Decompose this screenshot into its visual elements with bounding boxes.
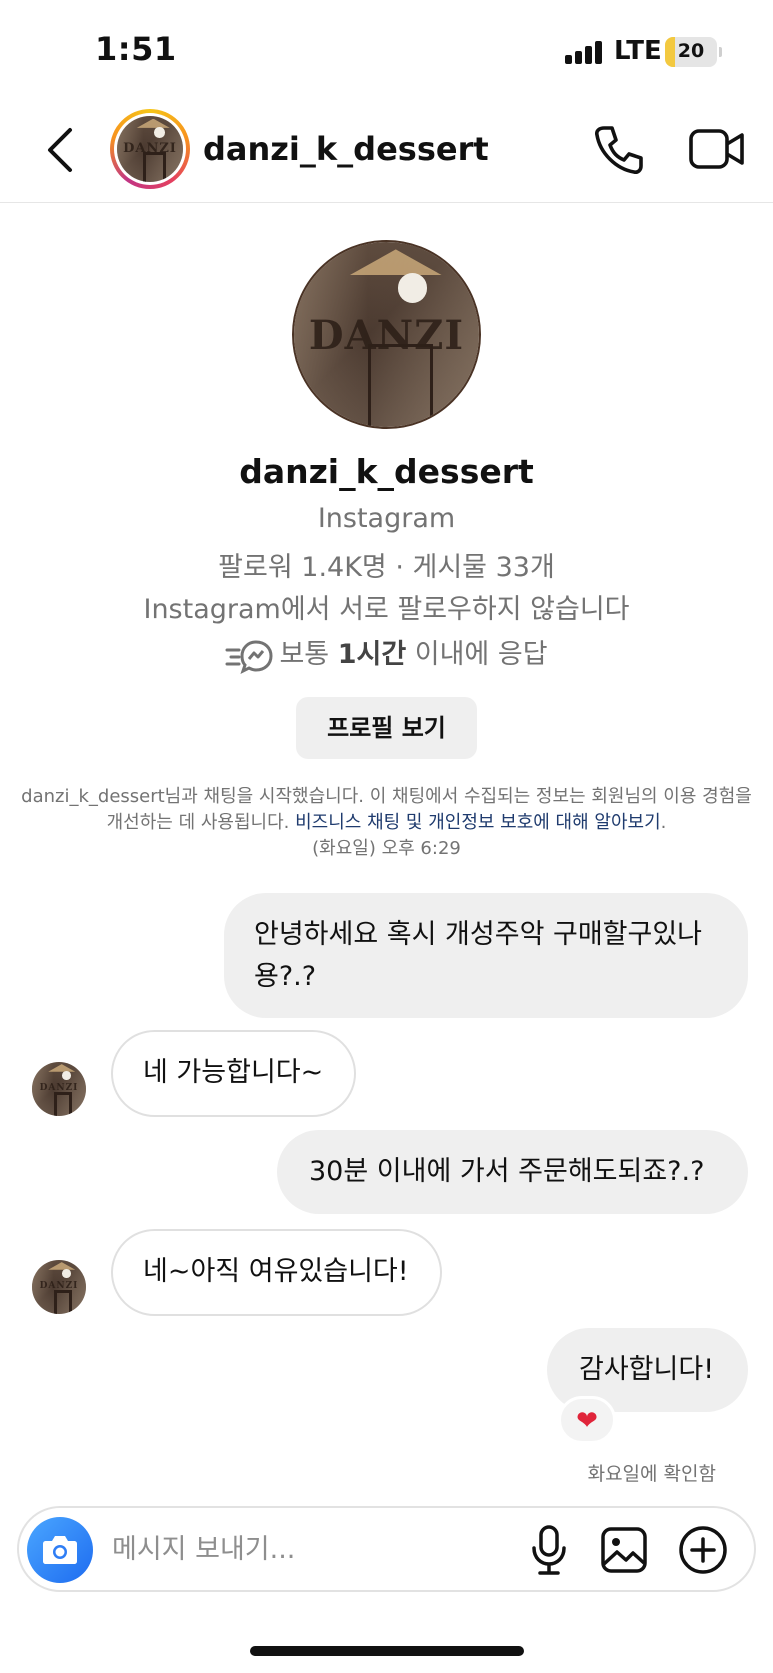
message-text: 용?.?	[254, 961, 317, 992]
camera-icon	[43, 1536, 77, 1564]
image-icon	[601, 1527, 647, 1573]
privacy-link[interactable]: 비즈니스 채팅 및 개인정보 보호에 대해 알아보기	[295, 812, 661, 833]
chevron-left-icon	[48, 128, 72, 172]
profile-stats: 팔로워 1.4K명 · 게시물 33개	[218, 552, 555, 583]
message-text: 30분 이내에 가서 주문해도되죠?.?	[309, 1156, 705, 1187]
chat-header: DANZI danzi_k_dessert	[0, 100, 773, 203]
status-time: 1:51	[95, 30, 177, 68]
chat-title[interactable]: danzi_k_dessert	[203, 130, 489, 168]
battery-icon: 20	[665, 37, 717, 67]
voice-message-button[interactable]	[524, 1524, 574, 1576]
seen-status: 화요일에 확인함	[587, 1463, 716, 1485]
message-text: 감사합니다!	[579, 1354, 715, 1385]
voice-call-button[interactable]	[590, 122, 646, 178]
back-button[interactable]	[40, 122, 84, 178]
avatar-logo-text: DANZI	[39, 1280, 79, 1291]
battery-tip	[719, 47, 722, 57]
message-text: 안녕하세요 혹시 개성주악 구매할구있나	[254, 919, 703, 950]
network-type: LTE	[614, 36, 662, 66]
more-options-button[interactable]	[678, 1525, 728, 1575]
follow-status: Instagram에서 서로 팔로우하지 않습니다	[143, 594, 630, 625]
sender-avatar[interactable]: DANZI	[32, 1062, 86, 1116]
avatar: DANZI	[32, 1260, 86, 1314]
chat-timestamp: (화요일) 오후 6:29	[312, 838, 461, 859]
response-time: 1시간	[337, 639, 407, 670]
gallery-button[interactable]	[600, 1526, 648, 1574]
microphone-icon	[532, 1525, 566, 1575]
message-text: 네 가능합니다~	[143, 1057, 324, 1088]
avatar: DANZI	[294, 242, 479, 427]
profile-picture[interactable]: DANZI	[292, 240, 481, 429]
message-bubble-outgoing[interactable]: 30분 이내에 가서 주문해도되죠?.?	[277, 1130, 748, 1214]
fast-response-icon	[225, 638, 273, 674]
header-avatar[interactable]: DANZI	[110, 109, 190, 189]
view-profile-button[interactable]: 프로필 보기	[296, 697, 477, 759]
plus-circle-icon	[679, 1526, 727, 1574]
message-bubble-incoming[interactable]: 네 가능합니다~	[111, 1030, 356, 1117]
response-prefix: 보통	[279, 639, 338, 670]
battery-level: 20	[677, 40, 705, 62]
heart-reaction[interactable]: ❤	[558, 1396, 616, 1444]
message-input[interactable]	[112, 1508, 492, 1590]
response-suffix: 이내에 응답	[406, 639, 548, 670]
avatar: DANZI	[32, 1062, 86, 1116]
status-bar: 1:51 LTE 20	[0, 0, 773, 100]
heart-icon: ❤	[576, 1406, 598, 1436]
message-bubble-outgoing[interactable]: 안녕하세요 혹시 개성주악 구매할구있나 용?.?	[224, 893, 748, 1018]
chat-notice: danzi_k_dessert님과 채팅을 시작했습니다. 이 채팅에서 수집되…	[20, 784, 753, 862]
video-camera-icon	[689, 129, 744, 169]
message-text: 네~아직 여유있습니다!	[143, 1256, 409, 1287]
home-indicator[interactable]	[250, 1646, 524, 1656]
message-composer	[17, 1506, 756, 1592]
sender-avatar[interactable]: DANZI	[32, 1260, 86, 1314]
avatar: DANZI	[117, 116, 183, 182]
camera-button[interactable]	[27, 1517, 93, 1583]
response-time-line: 보통 1시간 이내에 응답	[0, 632, 773, 674]
avatar-logo-text: DANZI	[123, 141, 177, 157]
avatar-logo-text: DANZI	[39, 1082, 79, 1093]
notice-link-suffix: .	[660, 812, 667, 833]
avatar-logo-text: DANZI	[308, 312, 465, 360]
message-bubble-incoming[interactable]: 네~아직 여유있습니다!	[111, 1229, 442, 1316]
signal-icon	[565, 40, 605, 64]
phone-icon	[595, 126, 643, 174]
profile-platform: Instagram	[317, 503, 456, 534]
video-call-button[interactable]	[688, 124, 746, 174]
profile-username: danzi_k_dessert	[239, 452, 534, 491]
